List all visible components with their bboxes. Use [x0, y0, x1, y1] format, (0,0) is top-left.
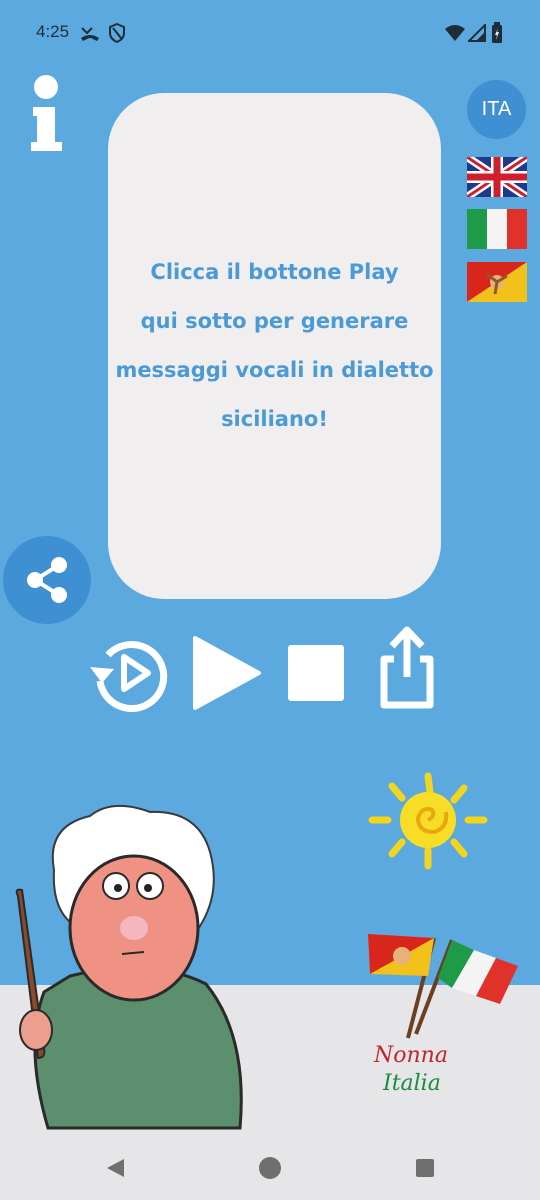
battery-icon	[492, 22, 502, 43]
grandma-illustration	[15, 804, 243, 1130]
message-line: siciliano!	[221, 407, 328, 431]
message-line: qui sotto per generare	[140, 309, 409, 333]
share-button[interactable]	[3, 536, 91, 624]
home-icon[interactable]	[258, 1156, 282, 1180]
shield-icon	[109, 23, 125, 43]
logo-line2: Italia	[383, 1071, 441, 1096]
replay-icon[interactable]	[86, 633, 170, 713]
back-icon[interactable]	[104, 1157, 126, 1179]
status-time: 4:25	[36, 22, 70, 41]
signal-icon	[468, 24, 486, 42]
recents-icon[interactable]	[414, 1157, 436, 1179]
uk-flag-icon[interactable]	[467, 157, 527, 197]
italy-flag-icon[interactable]	[467, 209, 527, 249]
message-card: Clicca il bottone Play qui sotto per gen…	[108, 93, 441, 599]
share-icon	[27, 557, 67, 603]
sun-illustration	[368, 772, 488, 870]
missed-call-icon	[81, 27, 99, 41]
logo-line1: Nonna	[374, 1043, 448, 1068]
stop-icon[interactable]	[287, 644, 345, 702]
wifi-icon	[445, 25, 465, 41]
sicily-flag-icon[interactable]	[467, 262, 527, 302]
status-bar: 4:25	[0, 0, 540, 66]
message-text: Clicca il bottone Play qui sotto per gen…	[108, 248, 441, 444]
navigation-bar	[0, 1132, 540, 1200]
crossed-flags-illustration	[368, 934, 518, 1039]
language-button[interactable]: ITA	[467, 80, 526, 139]
export-icon[interactable]	[376, 625, 438, 711]
message-line: Clicca il bottone Play	[150, 260, 399, 284]
message-line: messaggi vocali in dialetto	[115, 358, 434, 382]
play-icon[interactable]	[191, 634, 263, 712]
info-icon[interactable]	[28, 74, 64, 152]
